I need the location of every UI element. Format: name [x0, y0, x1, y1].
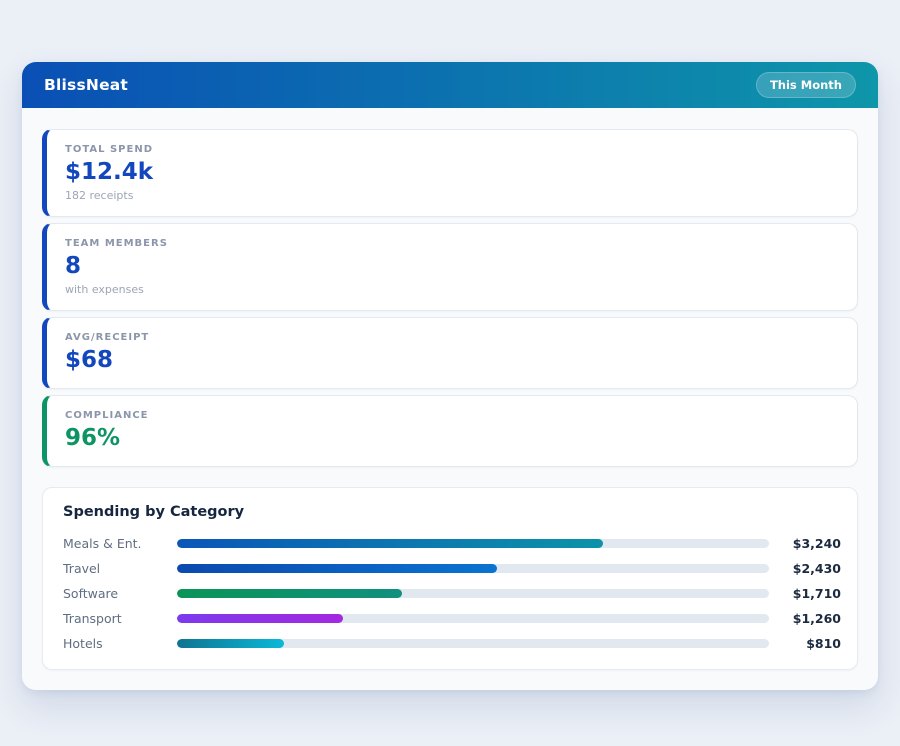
- category-row-transport: Transport $1,260: [63, 606, 841, 631]
- stat-label: AVG/RECEIPT: [65, 331, 839, 345]
- bar-fill-travel: [177, 564, 497, 573]
- category-value: $1,710: [779, 586, 841, 601]
- section-title: Spending by Category: [63, 504, 841, 520]
- stat-sub: 182 receipts: [65, 188, 839, 203]
- stat-card-team-members: TEAM MEMBERS 8 with expenses: [42, 223, 858, 311]
- bar-fill-transport: [177, 614, 343, 623]
- category-label: Hotels: [63, 636, 177, 651]
- category-value: $810: [779, 636, 841, 651]
- bar-track: [177, 614, 769, 623]
- stat-card-avg-receipt: AVG/RECEIPT $68: [42, 317, 858, 389]
- bar-fill-hotels: [177, 639, 284, 648]
- stat-value: 8: [65, 251, 839, 281]
- bar-track: [177, 639, 769, 648]
- category-label: Travel: [63, 561, 177, 576]
- bar-fill-software: [177, 589, 402, 598]
- category-label: Transport: [63, 611, 177, 626]
- stat-card-compliance: COMPLIANCE 96%: [42, 395, 858, 467]
- stat-value: $68: [65, 345, 839, 375]
- spending-by-category-panel: Spending by Category Meals & Ent. $3,240…: [42, 487, 858, 670]
- stat-card-total-spend: TOTAL SPEND $12.4k 182 receipts: [42, 129, 858, 217]
- period-badge[interactable]: This Month: [756, 72, 856, 98]
- stat-sub: with expenses: [65, 282, 839, 297]
- category-label: Meals & Ent.: [63, 536, 177, 551]
- category-row-travel: Travel $2,430: [63, 556, 841, 581]
- stat-label: COMPLIANCE: [65, 409, 839, 423]
- dashboard-panel: BlissNeat This Month TOTAL SPEND $12.4k …: [22, 62, 878, 690]
- category-value: $3,240: [779, 536, 841, 551]
- category-row-meals: Meals & Ent. $3,240: [63, 531, 841, 556]
- bar-fill-meals: [177, 539, 603, 548]
- category-value: $1,260: [779, 611, 841, 626]
- stat-label: TEAM MEMBERS: [65, 237, 839, 251]
- stat-value: $12.4k: [65, 157, 839, 187]
- stat-label: TOTAL SPEND: [65, 143, 839, 157]
- app-header: BlissNeat This Month: [22, 62, 878, 108]
- category-value: $2,430: [779, 561, 841, 576]
- bar-track: [177, 564, 769, 573]
- dashboard-content: TOTAL SPEND $12.4k 182 receipts TEAM MEM…: [22, 108, 878, 690]
- stat-value: 96%: [65, 423, 839, 453]
- category-row-software: Software $1,710: [63, 581, 841, 606]
- bar-track: [177, 539, 769, 548]
- app-title: BlissNeat: [44, 76, 128, 94]
- category-label: Software: [63, 586, 177, 601]
- category-row-hotels: Hotels $810: [63, 631, 841, 656]
- bar-track: [177, 589, 769, 598]
